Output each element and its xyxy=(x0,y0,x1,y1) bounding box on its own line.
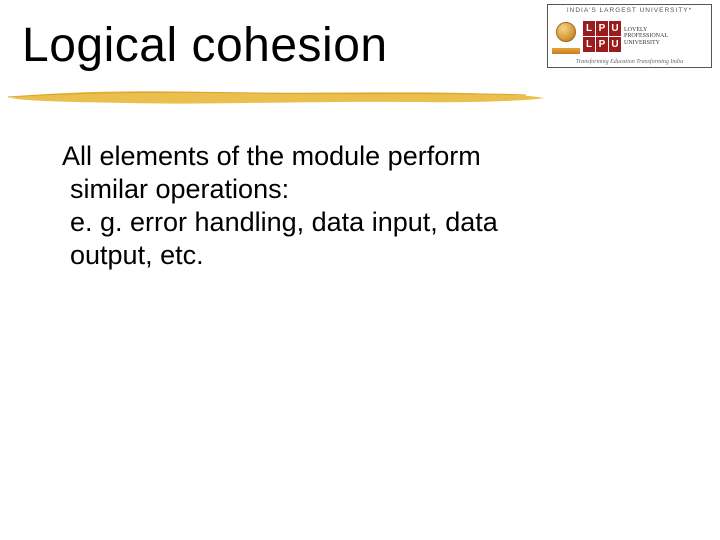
logo-middle-row: L P U L P U LOVELY PROFESSIONAL UNIVERSI… xyxy=(552,19,707,55)
body-line: e. g. error handling, data input, data xyxy=(70,206,650,239)
logo-letter: P xyxy=(596,21,608,36)
logo-tagline: Transforming Education Transforming Indi… xyxy=(552,59,707,65)
logo-letter: U xyxy=(609,37,621,52)
logo-letters: L P U L P U xyxy=(583,21,621,52)
university-logo: INDIA'S LARGEST UNIVERSITY* L P U L P U … xyxy=(547,4,712,68)
logo-letter: L xyxy=(583,21,595,36)
body-line: All elements of the module perform xyxy=(62,140,650,173)
body-line: output, etc. xyxy=(70,239,650,272)
logo-letter: U xyxy=(609,21,621,36)
logo-letter: L xyxy=(583,37,595,52)
logo-top-text: INDIA'S LARGEST UNIVERSITY* xyxy=(552,7,707,14)
title-underline xyxy=(6,86,546,108)
body-line: similar operations: xyxy=(70,173,650,206)
logo-university-name: LOVELY PROFESSIONAL UNIVERSITY xyxy=(624,27,707,46)
slide-body: All elements of the module perform simil… xyxy=(62,140,650,272)
logo-letter: P xyxy=(596,37,608,52)
logo-emblem-icon xyxy=(552,20,580,54)
slide-title: Logical cohesion xyxy=(22,18,388,73)
